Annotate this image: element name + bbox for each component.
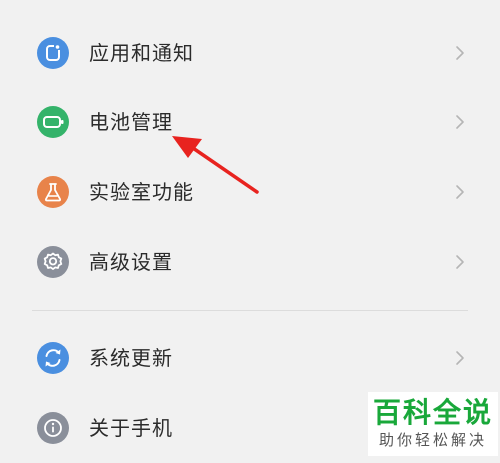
- chevron-right-icon: [456, 115, 464, 129]
- chevron-right-icon: [456, 46, 464, 60]
- settings-item-advanced-settings[interactable]: 高级设置: [0, 227, 500, 297]
- settings-item-label: 系统更新: [89, 346, 173, 370]
- watermark-brand: 百科全说: [372, 396, 493, 429]
- settings-item-label: 高级设置: [89, 250, 173, 274]
- settings-item-lab-features[interactable]: 实验室功能: [0, 157, 500, 227]
- settings-item-apps-notifications[interactable]: 应用和通知: [0, 18, 500, 88]
- gear-icon: [37, 246, 69, 278]
- chevron-right-icon: [456, 351, 464, 365]
- refresh-icon: [37, 342, 69, 374]
- settings-item-label: 电池管理: [89, 110, 173, 134]
- apps-icon: [37, 37, 69, 69]
- settings-item-label: 应用和通知: [89, 41, 194, 65]
- settings-item-battery[interactable]: 电池管理: [0, 87, 500, 157]
- section-divider: [32, 310, 468, 311]
- battery-icon: [37, 106, 69, 138]
- settings-item-label: 实验室功能: [89, 180, 194, 204]
- settings-item-system-update[interactable]: 系统更新: [0, 323, 500, 393]
- info-icon: [37, 412, 69, 444]
- flask-icon: [37, 176, 69, 208]
- watermark-slogan: 助你轻松解决: [378, 431, 487, 449]
- chevron-right-icon: [456, 185, 464, 199]
- watermark-logo: 百科全说 助你轻松解决: [368, 392, 498, 456]
- chevron-right-icon: [456, 255, 464, 269]
- settings-item-label: 关于手机: [89, 416, 173, 440]
